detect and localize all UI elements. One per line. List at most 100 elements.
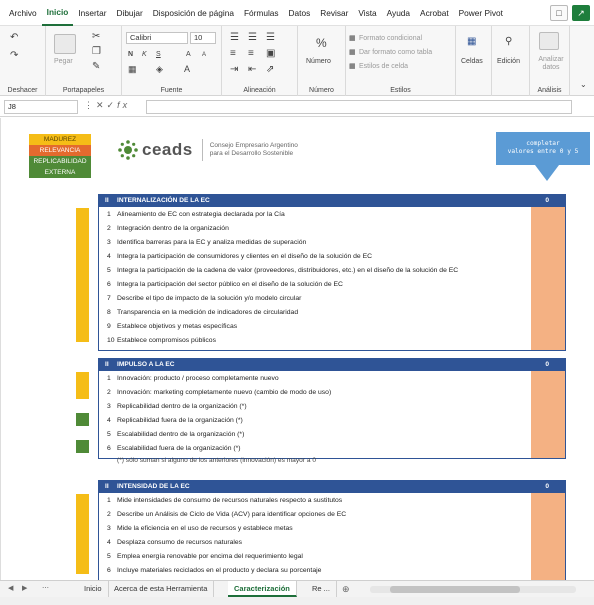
add-sheet-icon[interactable]: ⊕	[342, 581, 350, 597]
table-row[interactable]: 3 Mide la eficiencia en el uso de recurso…	[99, 522, 531, 536]
collapse-ribbon-icon[interactable]: ⌄	[580, 80, 587, 89]
font-size-select[interactable]: 10	[190, 32, 216, 44]
table-row[interactable]: 4 Integra la participación de consumidore…	[99, 250, 531, 264]
score-input-column[interactable]	[531, 207, 565, 350]
table-row[interactable]: 8 Transparencia en la medición de indicad…	[99, 306, 531, 320]
confirm-icon[interactable]: ✓	[107, 100, 118, 110]
format-as-table-button[interactable]: Dar formato como tabla	[359, 49, 432, 56]
table-row[interactable]: 2 Describe un Análisis de Ciclo de Vida (…	[99, 508, 531, 522]
score-input-column[interactable]	[531, 371, 565, 458]
tab-more-icon[interactable]: ⋯	[42, 581, 49, 597]
orientation-icon[interactable]: ⇗	[266, 64, 274, 75]
paste-icon[interactable]	[54, 34, 76, 54]
indent-icon[interactable]: ⇥	[230, 64, 238, 75]
search-icon[interactable]: ⚲	[505, 36, 512, 47]
italic-button[interactable]: K	[142, 51, 147, 58]
conditional-format-button[interactable]: Formato condicional	[359, 35, 422, 42]
horizontal-scrollbar[interactable]	[370, 586, 576, 593]
table-row[interactable]: 6 Integra la participación del sector púb…	[99, 278, 531, 292]
analyze-data-icon[interactable]	[539, 32, 559, 50]
grow-font-button[interactable]: A	[186, 51, 191, 58]
menu-item-7[interactable]: Revisar	[315, 0, 353, 26]
menu-item-4[interactable]: Disposición de página	[148, 0, 239, 26]
row-number: 3	[107, 403, 111, 410]
format-table-icon[interactable]: ▦	[349, 48, 356, 56]
menu-item-5[interactable]: Fórmulas	[239, 0, 284, 26]
menu-item-2[interactable]: Insertar	[73, 0, 111, 26]
table-row[interactable]: 4 Replicabilidad fuera de la organización…	[99, 414, 531, 428]
more-icon[interactable]: ⋮	[84, 100, 96, 110]
score-input-column[interactable]	[531, 493, 565, 580]
align-center-icon[interactable]: ≡	[248, 48, 254, 59]
section-number: II	[105, 197, 109, 204]
undo-icon[interactable]: ↶	[10, 32, 18, 43]
cut-icon[interactable]: ✂	[92, 31, 100, 42]
font-color-icon[interactable]: A	[184, 64, 190, 74]
align-top-icon[interactable]: ☰	[230, 32, 239, 43]
table-row[interactable]: 4 Desplaza consumo de recursos naturales	[99, 536, 531, 550]
outdent-icon[interactable]: ⇤	[248, 64, 256, 75]
conditional-format-icon[interactable]: ▦	[349, 34, 356, 42]
comments-icon[interactable]: □	[550, 5, 568, 21]
table-row[interactable]: 3 Replicabilidad dentro de la organizació…	[99, 400, 531, 414]
scrollbar-thumb[interactable]	[390, 586, 520, 593]
fill-color-icon[interactable]: ◈	[156, 64, 163, 75]
menu-item-8[interactable]: Vista	[353, 0, 381, 26]
sheet-tab-2[interactable]: Caracterización	[228, 581, 297, 597]
name-box[interactable]: J8	[4, 100, 78, 114]
table-row[interactable]: 9 Establece objetivos y metas específicas	[99, 320, 531, 334]
insert-function-icon[interactable]: fx	[117, 100, 130, 110]
sheet-tab-0[interactable]: Inicio	[78, 581, 109, 597]
format-painter-icon[interactable]: ✎	[92, 61, 100, 72]
table-row[interactable]: 1 Alineamiento de EC con estrategia decla…	[99, 208, 531, 222]
copy-icon[interactable]: ❐	[92, 46, 101, 57]
cells-button[interactable]: Celdas	[461, 58, 483, 65]
menu-item-6[interactable]: Datos	[284, 0, 316, 26]
editing-button[interactable]: Edición	[497, 58, 520, 65]
menu-item-1[interactable]: Inicio	[41, 0, 74, 26]
bold-button[interactable]: N	[128, 51, 133, 58]
worksheet[interactable]: MADUREZ RELEVANCIA REPLICABILIDAD EXTERN…	[0, 118, 594, 580]
table-row[interactable]: 7 Describe el tipo de impacto de la soluc…	[99, 292, 531, 306]
table-row[interactable]: 3 Identifica barreras para la EC y analiz…	[99, 236, 531, 250]
table-row[interactable]: 10 Establece compromisos públicos	[99, 334, 531, 348]
shrink-font-button[interactable]: A	[202, 52, 206, 58]
number-format-button[interactable]: Número	[306, 58, 331, 65]
table-row[interactable]: 5 Integra la participación de la cadena d…	[99, 264, 531, 278]
menu-item-10[interactable]: Acrobat	[415, 0, 454, 26]
table-row[interactable]: 6 Escalabilidad fuera de la organización …	[99, 442, 531, 456]
align-middle-icon[interactable]: ☰	[248, 32, 257, 43]
menu-item-3[interactable]: Dibujar	[111, 0, 147, 26]
table-row[interactable]: 2 Integración dentro de la organización	[99, 222, 531, 236]
table-row[interactable]: 5 Escalabilidad dentro de la organización…	[99, 428, 531, 442]
row-label: Innovación: marketing completamente nuev…	[117, 389, 332, 396]
table-row[interactable]: 2 Innovación: marketing completamente nue…	[99, 386, 531, 400]
cell-styles-icon[interactable]: ▦	[349, 62, 356, 70]
table-row[interactable]: 6 Incluye materiales reciclados en el pro…	[99, 564, 531, 578]
percent-icon[interactable]: %	[316, 36, 327, 50]
cell-styles-button[interactable]: Estilos de celda	[359, 63, 408, 70]
tab-next-icon[interactable]: ▶	[22, 581, 27, 597]
share-icon[interactable]: ↗	[572, 5, 590, 21]
menu-item-11[interactable]: Power Pivot	[454, 0, 508, 26]
font-name-select[interactable]: Calibri	[126, 32, 188, 44]
tab-prev-icon[interactable]: ◀	[8, 581, 13, 597]
redo-icon[interactable]: ↷	[10, 50, 18, 61]
menu-item-0[interactable]: Archivo	[4, 0, 42, 26]
sheet-tab-3[interactable]: Re ...	[306, 581, 337, 597]
menu-item-9[interactable]: Ayuda	[382, 0, 415, 26]
cells-icon[interactable]: ▦	[467, 36, 476, 47]
analyze-data-button[interactable]: Analizar datos	[534, 56, 568, 72]
align-bottom-icon[interactable]: ☰	[266, 32, 275, 43]
table-row[interactable]: 1 Innovación: producto / proceso completa…	[99, 372, 531, 386]
formula-input[interactable]	[146, 100, 572, 114]
cancel-icon[interactable]: ✕	[96, 100, 107, 110]
paste-button[interactable]: Pegar	[54, 58, 73, 65]
borders-icon[interactable]: ▦	[128, 64, 137, 75]
merge-cells-icon[interactable]: ▣	[266, 48, 275, 59]
sheet-tab-1[interactable]: Acerca de esta Herramienta	[108, 581, 215, 597]
table-row[interactable]: 1 Mide intensidades de consumo de recurso…	[99, 494, 531, 508]
underline-button[interactable]: S	[156, 51, 161, 58]
table-row[interactable]: 5 Emplea energía renovable por encima del…	[99, 550, 531, 564]
align-left-icon[interactable]: ≡	[230, 48, 236, 59]
